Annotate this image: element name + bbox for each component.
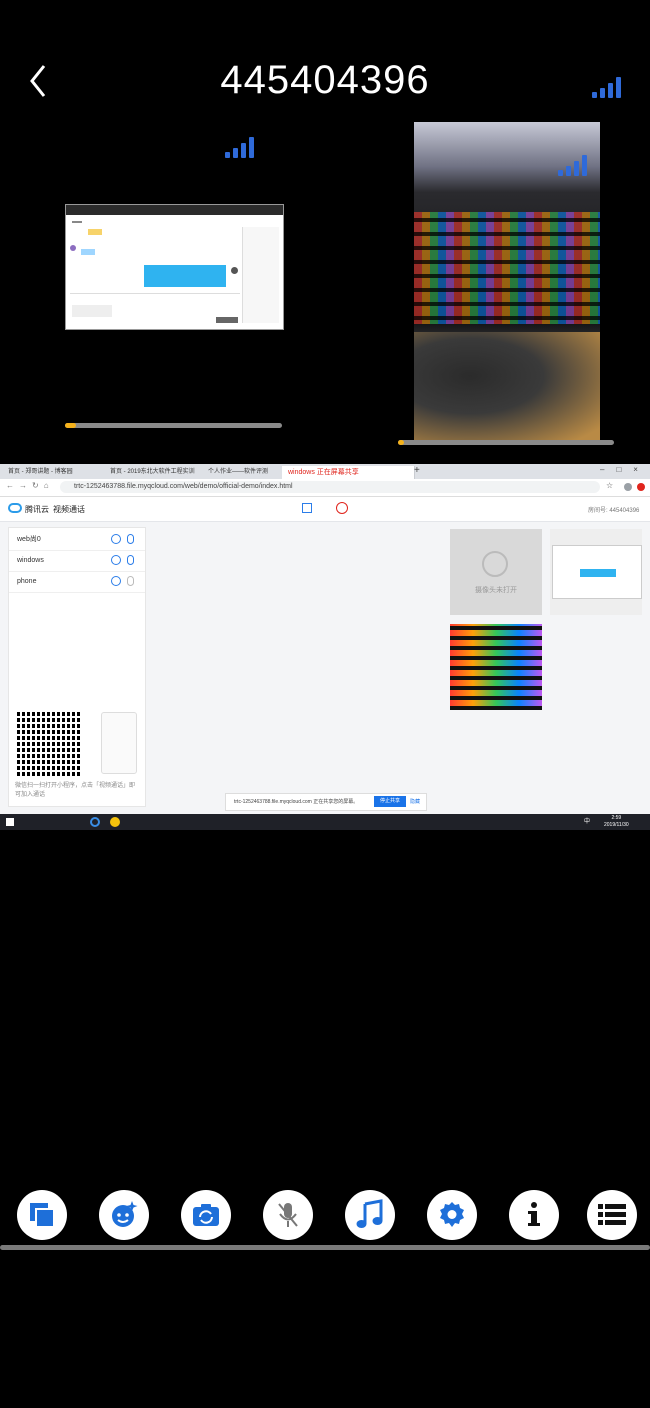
- screen-share-progress-fill: [65, 423, 76, 428]
- remote-camera-small-tile[interactable]: [450, 624, 542, 710]
- music-button[interactable]: [345, 1190, 395, 1240]
- browser-tab-1[interactable]: 首页 - 郑哥讲题 - 博客园: [2, 466, 109, 479]
- windows-start-icon[interactable]: [6, 818, 14, 826]
- member-list-icon: [598, 1204, 626, 1225]
- member-list-button[interactable]: [587, 1190, 637, 1240]
- share-notification-bar: trtc-1252463788.file.myqcloud.com 正在共享您的…: [225, 793, 427, 811]
- mic-icon[interactable]: [127, 534, 134, 544]
- remote-screen-share-tile[interactable]: [65, 204, 284, 330]
- brand-name: 腾讯云: [25, 505, 49, 514]
- share-bar-text: trtc-1252463788.file.myqcloud.com 正在共享您的…: [234, 799, 359, 805]
- clock-time: 2:59: [611, 815, 622, 821]
- settings-button[interactable]: [427, 1190, 477, 1240]
- new-tab-icon[interactable]: +: [414, 465, 420, 476]
- switch-camera-icon: [193, 1204, 219, 1226]
- user-row: web尚0: [9, 530, 145, 551]
- camera-icon[interactable]: [111, 534, 121, 544]
- windows-taskbar: 中 2:59 2019/11/30: [0, 814, 650, 830]
- room-label: 房间号: 445404396: [588, 508, 640, 514]
- network-signal-icon: [592, 76, 621, 98]
- user-name: web尚0: [17, 536, 41, 543]
- mic-off-icon: [278, 1203, 298, 1227]
- chrome-icon[interactable]: [110, 817, 120, 827]
- mic-off-icon[interactable]: [127, 576, 134, 586]
- url-field[interactable]: trtc-1252463788.file.myqcloud.com/web/de…: [60, 481, 600, 493]
- phone-preview-icon: [101, 712, 137, 774]
- camera-icon[interactable]: [111, 555, 121, 565]
- profile-avatar-icon[interactable]: [624, 483, 632, 491]
- room-id-title: 445404396: [220, 58, 430, 102]
- camera-progress-fill: [398, 440, 405, 445]
- user-name: phone: [17, 578, 37, 585]
- tencent-cloud-logo-icon: [8, 503, 22, 513]
- camera-progress-bar: [398, 440, 614, 445]
- beauty-button[interactable]: [99, 1190, 149, 1240]
- camera-icon[interactable]: [111, 576, 121, 586]
- qr-code-icon: [17, 712, 81, 776]
- browser-tab-2[interactable]: 首页 - 2019东北大软件工程实训: [104, 466, 207, 479]
- taskbar-clock: 2:59 2019/11/30: [604, 815, 629, 829]
- qr-hint-text: 微信扫一扫打开小程序，点击「视频通话」即可加入通话: [15, 783, 136, 798]
- browser-tab-bar: 首页 - 郑哥讲题 - 博客园 首页 - 2019东北大软件工程实训 个人作业—…: [0, 464, 650, 479]
- settings-icon: [440, 1202, 464, 1227]
- camera-off-icon: [482, 551, 508, 577]
- app-header: 腾讯云 视频通话 房间号: 445404396: [0, 497, 650, 522]
- screen-share-signal-icon: [225, 136, 254, 158]
- camera-signal-icon: [558, 154, 587, 176]
- extension-icon[interactable]: [637, 483, 645, 491]
- mic-icon[interactable]: [127, 555, 134, 565]
- share-screen-icon[interactable]: [302, 503, 312, 513]
- music-icon: [356, 1199, 383, 1228]
- bookmark-star-icon[interactable]: ☆: [606, 481, 613, 490]
- user-row: windows: [9, 551, 145, 572]
- remote-screen-tile[interactable]: [550, 529, 642, 615]
- screen-share-notice-tab: windows 正在屏幕共享: [282, 466, 415, 479]
- camera-off-text: 摄像头未打开: [475, 587, 517, 594]
- hangup-icon[interactable]: [336, 502, 348, 514]
- window-controls-icon[interactable]: –□×: [600, 465, 650, 474]
- mute-mic-button[interactable]: [263, 1190, 313, 1240]
- edge-icon[interactable]: [90, 817, 100, 827]
- beauty-icon: [112, 1201, 138, 1227]
- user-list-panel: web尚0 windows phone 微信扫一扫打开小程序，点击「视频通话」即…: [8, 527, 146, 807]
- address-bar: ←→↻⌂ trtc-1252463788.file.myqcloud.com/w…: [0, 479, 650, 497]
- browser-tab-3[interactable]: 个人作业——软件评测: [202, 466, 285, 479]
- home-indicator: [0, 1245, 650, 1250]
- info-button[interactable]: [509, 1190, 559, 1240]
- user-row: phone: [9, 572, 145, 593]
- user-name: windows: [17, 557, 44, 564]
- info-icon: [528, 1202, 540, 1226]
- local-camera-tile[interactable]: 摄像头未打开: [450, 529, 542, 615]
- stop-share-button[interactable]: 停止共享: [374, 796, 406, 807]
- ime-indicator[interactable]: 中: [584, 816, 590, 825]
- switch-layout-button[interactable]: [17, 1190, 67, 1240]
- browser-nav-icons[interactable]: ←→↻⌂: [6, 481, 54, 490]
- clock-date: 2019/11/30: [604, 822, 629, 828]
- screen-share-progress-bar: [65, 423, 282, 428]
- app-name: 视频通话: [53, 505, 85, 514]
- shared-desktop-view: 首页 - 郑哥讲题 - 博客园 首页 - 2019东北大软件工程实训 个人作业—…: [0, 464, 650, 830]
- switch-layout-icon: [30, 1203, 55, 1228]
- switch-camera-button[interactable]: [181, 1190, 231, 1240]
- hide-button[interactable]: 隐藏: [410, 798, 420, 805]
